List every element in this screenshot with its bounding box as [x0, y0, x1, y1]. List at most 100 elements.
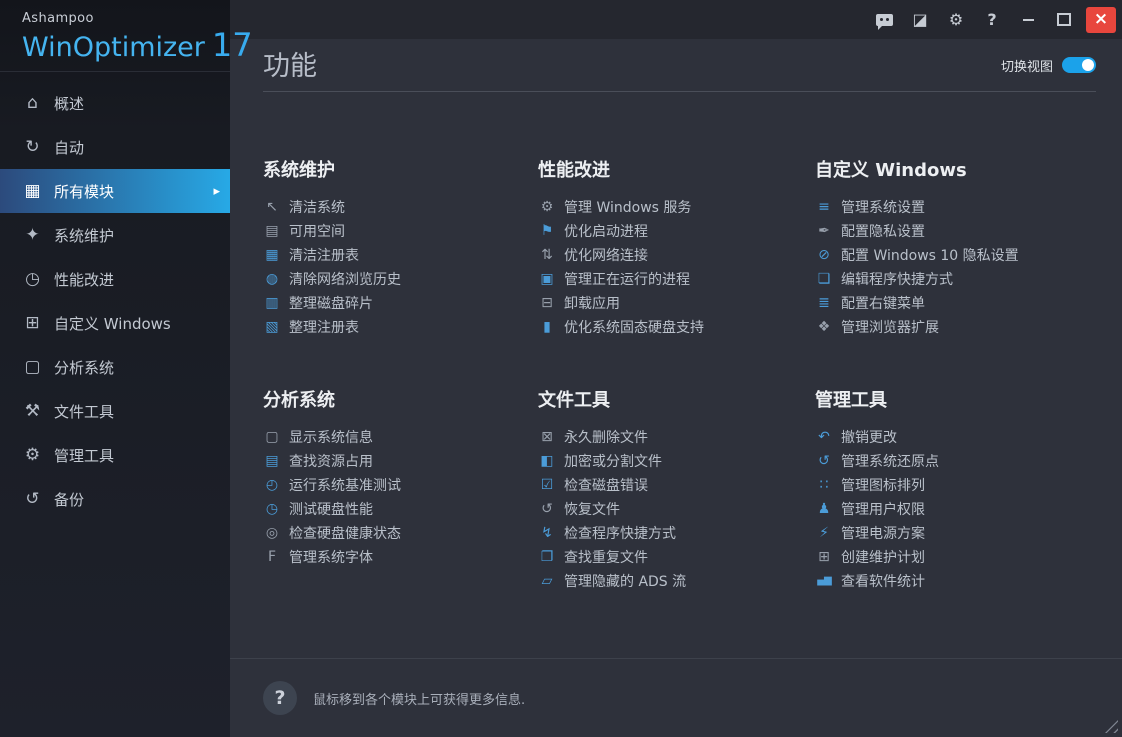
module-item-power-plans[interactable]: ⚡ 管理电源方案: [815, 521, 1096, 545]
settings-button[interactable]: ⚙: [938, 0, 974, 39]
module-label: 加密或分割文件: [564, 451, 662, 471]
module-item-disk-benchmark[interactable]: ◷ 测试硬盘性能: [263, 497, 538, 521]
module-item-disk-health[interactable]: ◎ 检查硬盘健康状态: [263, 521, 538, 545]
power-plans-icon: ⚡: [815, 525, 833, 541]
module-item-manage-ads-streams[interactable]: ▱ 管理隐藏的 ADS 流: [538, 569, 815, 593]
module-item-optimize-network[interactable]: ⇅ 优化网络连接: [538, 243, 815, 267]
module-item-clear-browse-history[interactable]: ◍ 清除网络浏览历史: [263, 267, 538, 291]
module-item-uninstall-apps[interactable]: ⊟ 卸载应用: [538, 291, 815, 315]
main-content: 功能 切换视图 系统维护 ↖ 清洁系统 ▤ 可用空间: [230, 39, 1122, 737]
module-item-user-rights[interactable]: ♟ 管理用户权限: [815, 497, 1096, 521]
module-item-optimize-startup[interactable]: ⚑ 优化启动进程: [538, 219, 815, 243]
file-tools-icon: ⚒: [19, 401, 46, 421]
browser-extensions-icon: ❖: [815, 319, 833, 335]
sidebar-item-system-maintenance[interactable]: ✦ 系统维护 ▸: [0, 213, 230, 257]
module-item-browser-extensions[interactable]: ❖ 管理浏览器扩展: [815, 315, 1096, 339]
module-item-undo-changes[interactable]: ↶ 撤销更改: [815, 425, 1096, 449]
sidebar-item-analyze-system[interactable]: ▢ 分析系统 ▸: [0, 345, 230, 389]
group-title: 文件工具: [538, 386, 815, 412]
sidebar: Ashampoo WinOptimizer17 ⌂ 概述 ▸ ↻ 自动 ▸ ▦ …: [0, 0, 230, 737]
group-title: 管理工具: [815, 386, 1096, 412]
module-item-system-info[interactable]: ▢ 显示系统信息: [263, 425, 538, 449]
module-item-software-statistics[interactable]: ▄▆ 查看软件统计: [815, 569, 1096, 593]
module-label: 查看软件统计: [841, 571, 925, 591]
check-shortcuts-icon: ↯: [538, 525, 556, 541]
group-customize-windows: 自定义 Windows ≡ 管理系统设置 ✒ 配置隐私设置 ⊘: [815, 156, 1096, 339]
module-label: 清洁注册表: [289, 245, 359, 265]
module-item-encrypt-split-files[interactable]: ◧ 加密或分割文件: [538, 449, 815, 473]
switch-view-toggle[interactable]: 切换视图: [1001, 56, 1096, 75]
module-label: 管理电源方案: [841, 523, 925, 543]
module-item-clean-registry[interactable]: ▦ 清洁注册表: [263, 243, 538, 267]
module-item-benchmark[interactable]: ◴ 运行系统基准测试: [263, 473, 538, 497]
module-label: 卸载应用: [564, 293, 620, 313]
sidebar-item-all-modules[interactable]: ▦ 所有模块 ▸: [0, 169, 230, 213]
module-item-defrag-disk[interactable]: ▥ 整理磁盘碎片: [263, 291, 538, 315]
module-label: 优化启动进程: [564, 221, 648, 241]
sidebar-item-customize-windows[interactable]: ⊞ 自定义 Windows ▸: [0, 301, 230, 345]
group-title: 分析系统: [263, 386, 538, 412]
module-item-privacy-settings[interactable]: ✒ 配置隐私设置: [815, 219, 1096, 243]
module-label: 管理浏览器扩展: [841, 317, 939, 337]
module-label: 恢复文件: [564, 499, 620, 519]
module-label: 检查磁盘错误: [564, 475, 648, 495]
module-item-free-space[interactable]: ▤ 可用空间: [263, 219, 538, 243]
group-items: ▢ 显示系统信息 ▤ 查找资源占用 ◴ 运行系统基准测试 ◷: [263, 425, 538, 569]
overview-icon: ⌂: [19, 93, 46, 113]
module-item-defrag-registry[interactable]: ▧ 整理注册表: [263, 315, 538, 339]
module-item-manage-processes[interactable]: ▣ 管理正在运行的进程: [538, 267, 815, 291]
module-item-restore-points[interactable]: ↺ 管理系统还原点: [815, 449, 1096, 473]
module-item-manage-fonts[interactable]: F 管理系统字体: [263, 545, 538, 569]
resource-usage-icon: ▤: [263, 453, 281, 469]
win10-privacy-icon: ⊘: [815, 247, 833, 263]
maximize-button[interactable]: [1046, 0, 1082, 39]
module-item-manage-services[interactable]: ⚙ 管理 Windows 服务: [538, 195, 815, 219]
module-item-win10-privacy[interactable]: ⊘ 配置 Windows 10 隐私设置: [815, 243, 1096, 267]
module-label: 管理 Windows 服务: [564, 197, 691, 217]
close-button[interactable]: ×: [1086, 7, 1116, 33]
sidebar-item-overview[interactable]: ⌂ 概述 ▸: [0, 81, 230, 125]
sidebar-item-label: 文件工具: [54, 401, 114, 422]
toggle-switch[interactable]: [1062, 57, 1096, 73]
help-button[interactable]: ?: [974, 0, 1010, 39]
module-label: 整理磁盘碎片: [289, 293, 373, 313]
module-item-restore-files[interactable]: ↺ 恢复文件: [538, 497, 815, 521]
module-item-icon-layout[interactable]: ∷ 管理图标排列: [815, 473, 1096, 497]
module-item-manage-system-settings[interactable]: ≡ 管理系统设置: [815, 195, 1096, 219]
undo-changes-icon: ↶: [815, 429, 833, 445]
module-item-wipe-files[interactable]: ⊠ 永久删除文件: [538, 425, 815, 449]
sidebar-item-auto[interactable]: ↻ 自动 ▸: [0, 125, 230, 169]
customize-windows-icon: ⊞: [19, 313, 46, 333]
module-label: 管理系统字体: [289, 547, 373, 567]
module-item-context-menu[interactable]: ≣ 配置右键菜单: [815, 291, 1096, 315]
whats-new-button[interactable]: ◪: [902, 0, 938, 39]
module-item-find-duplicates[interactable]: ❐ 查找重复文件: [538, 545, 815, 569]
sidebar-item-performance[interactable]: ◷ 性能改进 ▸: [0, 257, 230, 301]
maximize-icon: [1057, 13, 1071, 26]
module-item-check-shortcuts[interactable]: ↯ 检查程序快捷方式: [538, 521, 815, 545]
module-item-edit-shortcuts[interactable]: ❏ 编辑程序快捷方式: [815, 267, 1096, 291]
sidebar-item-label: 备份: [54, 489, 84, 510]
feedback-button[interactable]: [866, 0, 902, 39]
module-item-maintenance-schedule[interactable]: ⊞ 创建维护计划: [815, 545, 1096, 569]
sidebar-item-backup[interactable]: ↺ 备份 ▸: [0, 477, 230, 521]
module-item-clean-system[interactable]: ↖ 清洁系统: [263, 195, 538, 219]
module-label: 撤销更改: [841, 427, 897, 447]
minimize-button[interactable]: [1010, 0, 1046, 39]
product-version: 17: [212, 26, 253, 64]
maintenance-schedule-icon: ⊞: [815, 549, 833, 565]
all-modules-icon: ▦: [19, 181, 46, 201]
sidebar-item-file-tools[interactable]: ⚒ 文件工具 ▸: [0, 389, 230, 433]
optimize-ssd-icon: ▮: [538, 319, 556, 335]
module-item-check-disk-errors[interactable]: ☑ 检查磁盘错误: [538, 473, 815, 497]
sidebar-item-label: 自定义 Windows: [54, 313, 171, 334]
user-rights-icon: ♟: [815, 501, 833, 517]
group-file-tools: 文件工具 ⊠ 永久删除文件 ◧ 加密或分割文件 ☑ 检查磁盘错误: [538, 386, 815, 593]
module-label: 检查硬盘健康状态: [289, 523, 401, 543]
sidebar-item-admin-tools[interactable]: ⚙ 管理工具 ▸: [0, 433, 230, 477]
sidebar-item-label: 自动: [54, 137, 84, 158]
page-title: 功能: [263, 52, 317, 82]
active-arrow-icon: ▸: [213, 184, 220, 199]
module-item-optimize-ssd[interactable]: ▮ 优化系统固态硬盘支持: [538, 315, 815, 339]
module-item-resource-usage[interactable]: ▤ 查找资源占用: [263, 449, 538, 473]
